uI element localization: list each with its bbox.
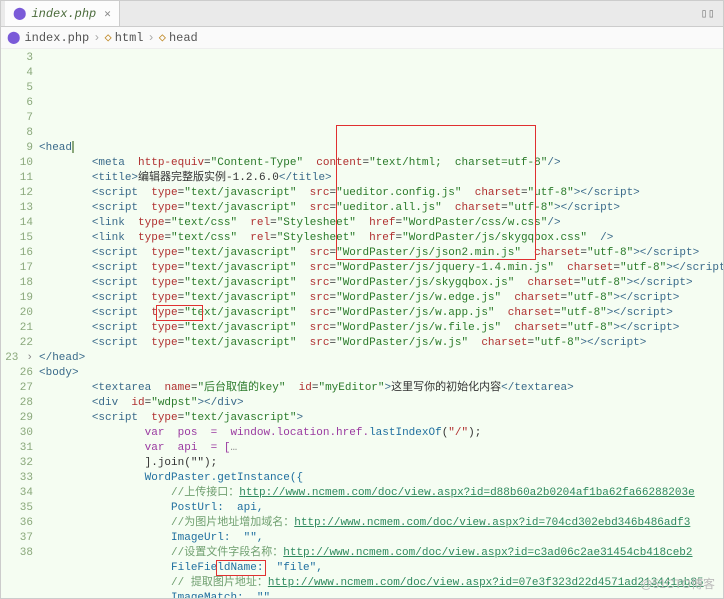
- tab-bar: ⬤ index.php ✕ ▯▯: [1, 1, 723, 27]
- tab-filename: index.php: [31, 7, 96, 21]
- breadcrumb-html[interactable]: html: [115, 31, 144, 45]
- split-editor-icon[interactable]: ▯▯: [701, 6, 723, 21]
- file-tab[interactable]: ⬤ index.php ✕: [5, 1, 120, 26]
- chevron-right-icon: ›: [93, 31, 100, 45]
- editor-window: ⬤ index.php ✕ ▯▯ ⬤ index.php › ◇ html › …: [0, 0, 724, 599]
- breadcrumb-head[interactable]: head: [169, 31, 198, 45]
- line-gutter: 34567891011121314151617181920212223 ›262…: [1, 49, 39, 598]
- chevron-right-icon: ›: [148, 31, 155, 45]
- element-icon: ◇: [159, 30, 166, 45]
- element-icon: ◇: [104, 30, 111, 45]
- close-icon[interactable]: ✕: [104, 7, 111, 21]
- code-area[interactable]: 34567891011121314151617181920212223 ›262…: [1, 49, 723, 598]
- breadcrumb[interactable]: ⬤ index.php › ◇ html › ◇ head: [1, 27, 723, 49]
- php-file-icon: ⬤: [7, 30, 20, 45]
- breadcrumb-file[interactable]: index.php: [24, 31, 89, 45]
- code-content[interactable]: <head <meta http-equiv="Content-Type" co…: [39, 49, 723, 598]
- php-file-icon: ⬤: [13, 6, 26, 21]
